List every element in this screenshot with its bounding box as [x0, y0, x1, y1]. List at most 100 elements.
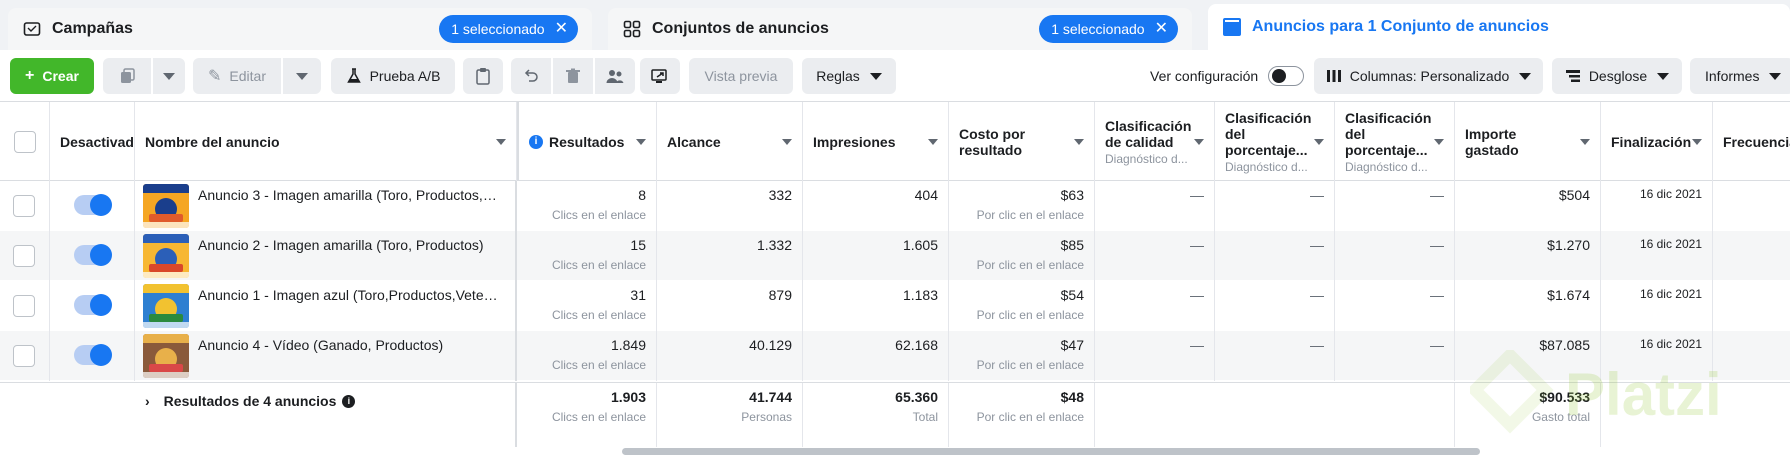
breakdown-dropdown[interactable]: Desglose [1552, 58, 1682, 94]
duplicate-button[interactable] [103, 58, 151, 94]
row-results-sub: Clics en el enlace [551, 208, 646, 222]
ad-name-link[interactable]: Anuncio 3 - Imagen amarilla (Toro, Produ… [198, 187, 498, 203]
table-row[interactable]: Anuncio 3 - Imagen amarilla (Toro, Produ… [0, 181, 1790, 231]
ad-name-link[interactable]: Anuncio 1 - Imagen azul (Toro,Productos,… [198, 287, 498, 303]
close-icon[interactable]: ✕ [555, 21, 568, 37]
grid-icon [622, 19, 642, 39]
chevron-down-icon [1657, 72, 1670, 80]
ad-status-toggle[interactable] [74, 344, 112, 366]
ad-thumbnail-icon[interactable] [143, 234, 189, 278]
row-cost-sub: Por clic en el enlace [976, 308, 1084, 322]
row-quality: — [1095, 331, 1215, 381]
chevron-down-icon[interactable] [1194, 139, 1204, 145]
chevron-down-icon[interactable] [782, 139, 792, 145]
ab-test-button[interactable]: Prueba A/B [331, 58, 455, 94]
tab-campaigns[interactable]: Campañas 1 seleccionado ✕ [8, 8, 592, 50]
columns-dropdown[interactable]: Columnas: Personalizado [1314, 58, 1543, 94]
col-reach[interactable]: Alcance [657, 102, 803, 181]
col-name[interactable]: Nombre del anuncio [135, 102, 517, 181]
ad-name-link[interactable]: Anuncio 4 - Vídeo (Ganado, Productos) [198, 337, 498, 353]
close-icon[interactable]: ✕ [1155, 21, 1168, 37]
campaigns-selected-label: 1 seleccionado [451, 21, 545, 37]
ad-status-toggle[interactable] [74, 244, 112, 266]
chevron-down-icon[interactable] [1314, 139, 1324, 145]
row-frequency [1713, 231, 1790, 281]
col-off[interactable]: Desactivado [50, 102, 135, 181]
row-spent-value: $1.270 [1547, 237, 1590, 253]
view-config-switch[interactable] [1268, 66, 1305, 86]
chevron-down-icon[interactable] [1692, 139, 1702, 145]
chevron-down-icon[interactable] [1074, 139, 1084, 145]
chevron-down-icon[interactable] [1580, 139, 1590, 145]
col-engagement[interactable]: Clasificación del porcentaje... Diagnóst… [1215, 102, 1335, 181]
duplicate-dropdown[interactable] [153, 58, 185, 94]
select-all-checkbox[interactable] [13, 130, 36, 153]
row-checkbox[interactable] [13, 345, 35, 367]
ad-thumbnail-icon[interactable] [143, 284, 189, 328]
view-config-toggle[interactable]: Ver configuración [1150, 58, 1305, 94]
chevron-down-icon[interactable] [928, 139, 938, 145]
row-impressions-value: 1.605 [902, 237, 938, 253]
row-checkbox[interactable] [13, 195, 35, 217]
row-cost-sub: Por clic en el enlace [976, 208, 1084, 222]
row-spent-value: $1.674 [1547, 287, 1590, 303]
preview-button[interactable]: Vista previa [689, 58, 793, 94]
row-conversion: — [1335, 181, 1455, 231]
ad-status-toggle[interactable] [74, 294, 112, 316]
columns-icon [1326, 70, 1341, 82]
edit-dropdown[interactable] [283, 58, 321, 94]
table-row[interactable]: Anuncio 2 - Imagen amarilla (Toro, Produ… [0, 231, 1790, 281]
ad-thumbnail-icon[interactable] [143, 184, 189, 228]
row-results-value: 31 [630, 287, 646, 303]
row-end-date: 16 dic 2021 [1601, 181, 1713, 231]
col-end[interactable]: Finalización [1601, 102, 1713, 181]
chevron-down-icon[interactable] [1434, 139, 1444, 145]
view-config-label: Ver configuración [1150, 68, 1259, 84]
horizontal-scrollbar[interactable] [622, 448, 1480, 455]
col-conversion-sub: Diagnóstico d... [1345, 159, 1428, 174]
row-checkbox[interactable] [13, 295, 35, 317]
audience-button[interactable] [595, 58, 635, 94]
col-spent[interactable]: Importe gastado [1455, 102, 1601, 181]
row-end-date: 16 dic 2021 [1601, 231, 1713, 281]
create-button[interactable]: + Crear [10, 58, 94, 94]
row-reach-value: 40.129 [749, 337, 792, 353]
chevron-right-icon[interactable]: › [145, 393, 150, 409]
col-conversion[interactable]: Clasificación del porcentaje... Diagnóst… [1335, 102, 1455, 181]
ad-thumbnail-icon[interactable] [143, 334, 189, 378]
col-results[interactable]: i Resultados [517, 102, 657, 181]
rules-dropdown[interactable]: Reglas [802, 58, 896, 94]
undo-button[interactable] [511, 58, 551, 94]
row-checkbox[interactable] [13, 245, 35, 267]
chevron-down-icon[interactable] [636, 139, 646, 145]
totals-reach-value: 41.744 [749, 389, 792, 405]
table-row[interactable]: Anuncio 1 - Imagen azul (Toro,Productos,… [0, 281, 1790, 331]
edit-button[interactable]: ✎ Editar [193, 58, 281, 94]
campaigns-selected-pill[interactable]: 1 seleccionado ✕ [439, 15, 578, 43]
row-conversion: — [1335, 331, 1455, 381]
clipboard-button[interactable] [463, 58, 503, 94]
columns-label: Columnas: Personalizado [1349, 68, 1510, 84]
row-results: 31 Clics en el enlace [517, 281, 657, 331]
col-impressions[interactable]: Impresiones [803, 102, 949, 181]
row-frequency [1713, 281, 1790, 331]
col-cost[interactable]: Costo por resultado [949, 102, 1095, 181]
reports-dropdown[interactable]: Informes [1690, 58, 1790, 94]
adsets-selected-label: 1 seleccionado [1051, 21, 1145, 37]
adsets-selected-pill[interactable]: 1 seleccionado ✕ [1039, 15, 1178, 43]
tab-adsets[interactable]: Conjuntos de anuncios 1 seleccionado ✕ [608, 8, 1192, 50]
info-icon[interactable]: i [342, 394, 356, 408]
col-quality[interactable]: Clasificación de calidad Diagnóstico d..… [1095, 102, 1215, 181]
tab-ads[interactable]: Anuncios para 1 Conjunto de anuncios [1208, 4, 1790, 50]
ad-status-toggle[interactable] [74, 194, 112, 216]
row-impressions: 1.183 [803, 281, 949, 331]
export-button[interactable] [640, 58, 680, 94]
totals-results-sub: Clics en el enlace [551, 410, 646, 424]
col-conversion-label: Clasificación del porcentaje... [1345, 109, 1432, 158]
delete-button[interactable] [553, 58, 593, 94]
row-impressions: 1.605 [803, 231, 949, 281]
chevron-down-icon[interactable] [496, 139, 506, 145]
col-frequency[interactable]: Frecuencia [1713, 102, 1790, 181]
info-icon[interactable]: i [529, 134, 543, 149]
ad-name-link[interactable]: Anuncio 2 - Imagen amarilla (Toro, Produ… [198, 237, 498, 253]
